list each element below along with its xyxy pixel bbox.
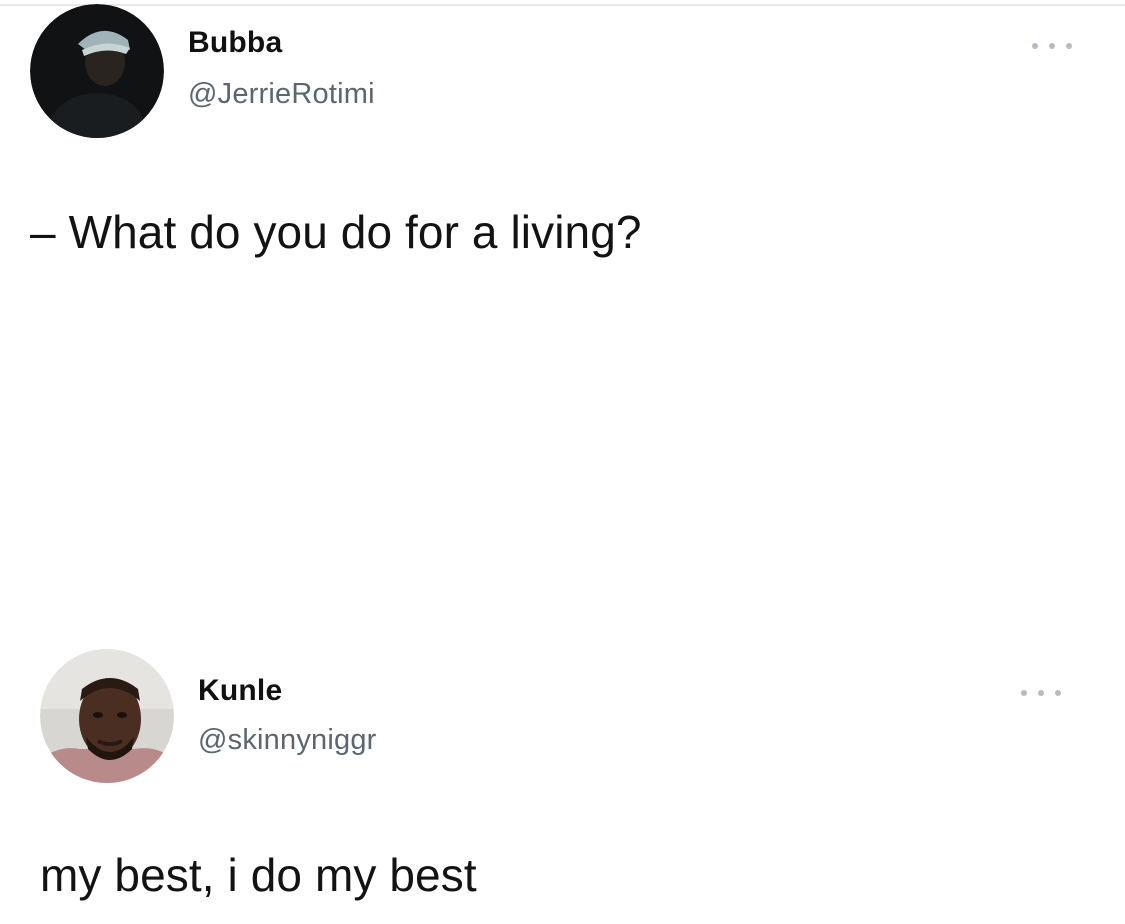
display-name[interactable]: Kunle [198,674,282,708]
user-handle[interactable]: @JerrieRotimi [188,78,375,111]
more-options-icon [1038,690,1044,696]
tweet-card[interactable]: Bubba @JerrieRotimi – What do you do for… [0,0,1125,620]
avatar-person-icon [30,4,164,138]
more-options-icon [1032,43,1038,49]
tweet-text: – What do you do for a living? [30,206,642,258]
tweet-text: my best, i do my best [40,849,477,901]
more-options-icon [1021,690,1027,696]
more-options-button[interactable] [1021,686,1061,700]
tweet-card[interactable]: Kunle @skinnyniggr my best, i do my best [0,630,1125,924]
more-options-button[interactable] [1032,39,1072,53]
user-handle[interactable]: @skinnyniggr [198,724,377,757]
avatar[interactable] [30,4,164,138]
more-options-icon [1066,43,1072,49]
avatar-person-icon [40,649,174,783]
avatar[interactable] [40,649,174,783]
more-options-icon [1055,690,1061,696]
more-options-icon [1049,43,1055,49]
display-name[interactable]: Bubba [188,26,282,60]
